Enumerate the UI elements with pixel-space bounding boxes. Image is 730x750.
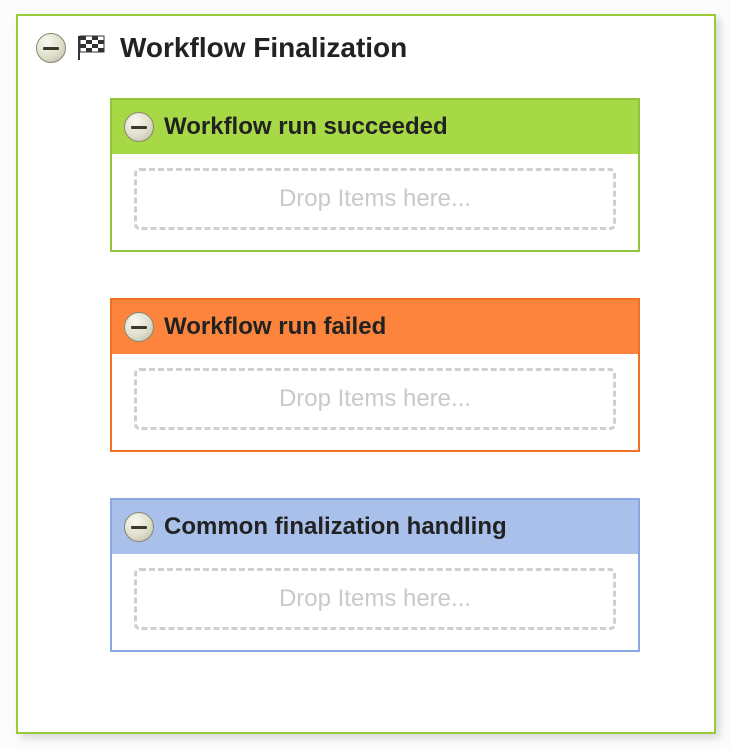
dropzone-succeeded[interactable]: Drop Items here... — [134, 168, 616, 230]
section-common: Common finalization handling Drop Items … — [110, 498, 640, 652]
panel-header: Workflow Finalization — [32, 26, 700, 78]
section-succeeded-title: Workflow run succeeded — [164, 113, 448, 141]
collapse-succeeded-button[interactable] — [124, 112, 154, 142]
checkered-flag-icon — [76, 34, 110, 62]
section-succeeded-body: Drop Items here... — [112, 154, 638, 250]
section-common-title: Common finalization handling — [164, 513, 507, 541]
section-failed: Workflow run failed Drop Items here... — [110, 298, 640, 452]
section-common-body: Drop Items here... — [112, 554, 638, 650]
section-failed-header[interactable]: Workflow run failed — [112, 300, 638, 354]
collapse-common-button[interactable] — [124, 512, 154, 542]
dropzone-common[interactable]: Drop Items here... — [134, 568, 616, 630]
workflow-finalization-panel: Workflow Finalization Workflow run succe… — [16, 14, 716, 734]
section-common-header[interactable]: Common finalization handling — [112, 500, 638, 554]
sections-stack: Workflow run succeeded Drop Items here..… — [32, 78, 700, 652]
collapse-panel-button[interactable] — [36, 33, 66, 63]
panel-title: Workflow Finalization — [120, 32, 407, 64]
section-succeeded-header[interactable]: Workflow run succeeded — [112, 100, 638, 154]
collapse-failed-button[interactable] — [124, 312, 154, 342]
section-failed-body: Drop Items here... — [112, 354, 638, 450]
section-succeeded: Workflow run succeeded Drop Items here..… — [110, 98, 640, 252]
section-failed-title: Workflow run failed — [164, 313, 386, 341]
dropzone-failed[interactable]: Drop Items here... — [134, 368, 616, 430]
